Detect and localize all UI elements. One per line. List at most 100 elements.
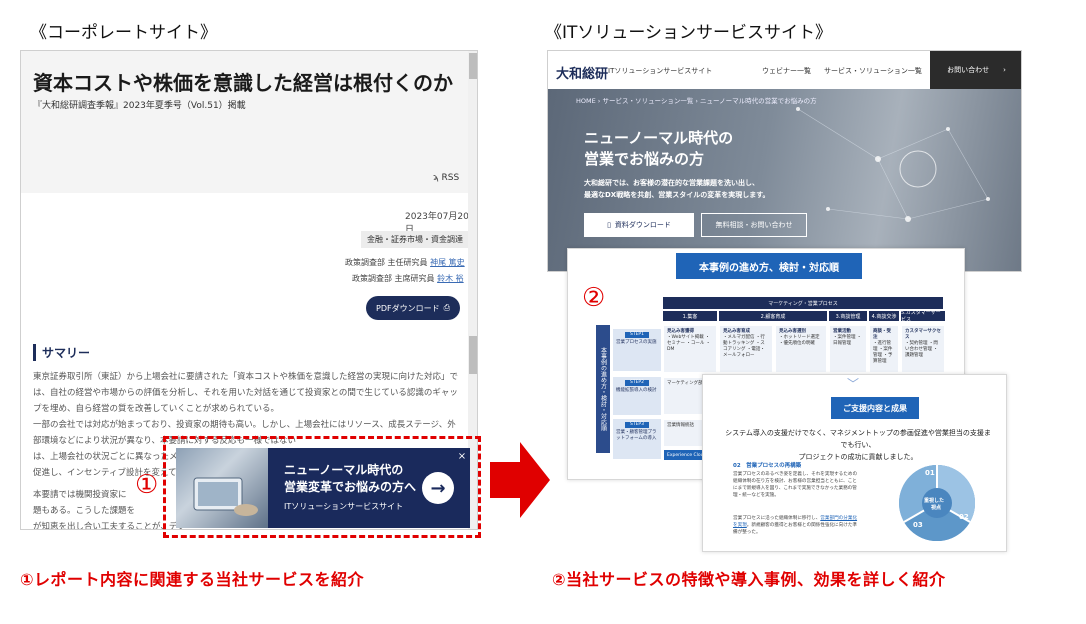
nav-webinars[interactable]: ウェビナー一覧 [762, 66, 811, 76]
chevron-down-icon: ﹀ [847, 377, 860, 391]
hero-desc-line2: 最適なDX戦略を共創、営業スタイルの変革を実現します。 [584, 191, 770, 199]
step-label: STEP2 [625, 380, 649, 386]
contact-label: お問い合わせ [947, 66, 990, 74]
pie-number: 01 [925, 469, 935, 477]
rss-icon: ϡ [433, 173, 442, 183]
step-text: 営業・顧客管理プラットフォームの導入 [616, 430, 657, 441]
rss-link[interactable]: ϡ RSS [433, 173, 459, 183]
pie-number: 03 [913, 521, 923, 529]
article-source: 『大和総研調査季報』2023年夏季号（Vol.51）掲載 [33, 101, 246, 111]
it-site-page: 大和総研 ITソリューションサービスサイト ウェビナー一覧 サービス・ソリューシ… [547, 50, 1022, 272]
process-column: 5.カスタマーサービス [901, 310, 945, 323]
author-role: 政策調査部 主任研究員 [345, 258, 428, 267]
site-logo-subtitle: ITソリューションサービスサイト [608, 67, 713, 75]
process-cell: 見込み客選別 ・ホットリード選定 ・優先順位の明確 [775, 325, 827, 373]
process-cell: 商談・受注 ・進行管理 ・案件管理 ・予算管理 [869, 325, 899, 373]
process-header: マーケティング・営業プロセス [663, 297, 943, 309]
banner-line1: ニューノーマル時代の [284, 463, 404, 477]
cell-text: ・メルマガ配信 ・行動トラッキング ・スコアリング ・電話・メールフォロー [723, 335, 765, 358]
it-site-heading: 《ITソリューションサービスサイト》 [545, 23, 833, 43]
hero-desc-line1: 大和総研では、お客様の潜在的な営業課題を洗い出し、 [584, 179, 759, 187]
cell-text: ・進行管理 ・案件管理 ・予算管理 [873, 341, 893, 364]
pdf-download-label: PDFダウンロード [376, 303, 440, 313]
process-column: 2.顧客育成 [719, 311, 827, 321]
chevron-right-icon: › [1003, 66, 1006, 74]
support-body: 営業プロセスに沿った組織体制に移行し、営業部門の分業化を実現。新規顧客の獲得とお… [733, 515, 858, 536]
step-text: 営業プロセスの実施 [616, 340, 657, 345]
process-cell: 営業活動 ・案件管理 ・日報管理 [829, 325, 867, 373]
site-logo[interactable]: 大和総研 [556, 63, 608, 82]
service-banner[interactable]: ニューノーマル時代の 営業変革でお悩みの方へ ITソリューションサービスサイト … [176, 448, 470, 528]
article-title: 資本コストや株価を意識した経営は根付くのか [33, 71, 453, 95]
process-column: 1.集客 [663, 311, 717, 321]
author-role: 政策調査部 主席研究員 [352, 274, 435, 283]
pie-number: 02 [959, 513, 969, 521]
close-icon[interactable]: × [454, 448, 470, 464]
hero-title-line2: 営業でお悩みの方 [584, 150, 705, 168]
step-text: 機能拡張導入の検討 [616, 388, 657, 393]
caption-left: ①レポート内容に関連する当社サービスを紹介 [20, 570, 365, 589]
red-arrow-icon [490, 442, 550, 518]
support-title: ご支援内容と成果 [831, 397, 919, 419]
banner-headline: ニューノーマル時代の 営業変革でお悩みの方へ [284, 462, 416, 496]
banner-photo [176, 448, 268, 528]
support-body: 営業プロセスのあるべき姿を定義し、それを実現するための組織体制の在り方を検討、お… [733, 472, 858, 498]
step-label: STEP1 [625, 332, 649, 338]
process-cell: カスタマーサクセス ・契約管理 ・問い合わせ管理 ・課題管理 [901, 325, 945, 373]
pdf-download-button[interactable]: PDFダウンロード ⎙ [366, 296, 460, 320]
banner-line2: 営業変革でお悩みの方へ [284, 480, 417, 494]
contact-button[interactable]: お問い合わせ › [930, 51, 1021, 89]
process-side-label: 本事例の進め方・検討・対応順 [596, 325, 610, 453]
summary-heading: サマリー [33, 344, 90, 361]
corporate-site-heading: 《コーポレートサイト》 [30, 23, 217, 43]
banner-subtext: ITソリューションサービスサイト [284, 502, 404, 511]
cell-title: 商談・受注 [873, 329, 891, 340]
support-summary-line1: システム導入の支援だけでなく、マネジメントトップの参画促進や営業担当の支援までも… [725, 429, 991, 449]
hero-title-line1: ニューノーマル時代の [584, 129, 734, 147]
process-title: 本事例の進め方、検討・対応順 [676, 253, 862, 279]
scrollbar-thumb[interactable] [469, 336, 477, 374]
step-box: STEP2 機能拡張導入の検討 [613, 377, 661, 415]
process-column: 3.商談管理 [829, 311, 867, 321]
breadcrumb: HOME › サービス・ソリューション一覧 › ニューノーマル時代の営業でお悩み… [576, 97, 817, 105]
step-box: STEP1 営業プロセスの実施 [613, 329, 661, 371]
marker-two: ② [582, 283, 606, 313]
process-cell: 見込み客育成 ・メルマガ配信 ・行動トラッキング ・スコアリング ・電話・メールフ… [719, 325, 773, 373]
arrow-right-icon[interactable]: → [422, 472, 454, 504]
author-row: 政策調査部 主任研究員 神尾 篤史 [345, 257, 465, 268]
support-subheading: 02 営業プロセスの再構築 [733, 463, 802, 469]
cell-text: ・ホットリード選定 ・優先順位の明確 [779, 335, 820, 346]
cell-text: ・Webサイト掲載 ・セミナー ・コール ・DM [667, 335, 711, 352]
step-label: STEP3 [625, 422, 649, 428]
consult-button[interactable]: 無料相談・お問い合わせ [701, 213, 807, 237]
cell-text: ・案件管理 ・日報管理 [833, 335, 862, 346]
step-box: STEP3 営業・顧客管理プラットフォームの導入 [613, 419, 661, 459]
author-name-link[interactable]: 鈴木 裕 [437, 274, 464, 283]
support-panel: ﹀ ご支援内容と成果 システム導入の支援だけでなく、マネジメントトップの参画促進… [702, 374, 1007, 552]
summary-paragraph: 東京証券取引所（東証）から上場会社に要請された「資本コストや株価を意識した経営の… [33, 372, 459, 414]
author-name-link[interactable]: 神尾 篤史 [430, 258, 465, 267]
author-row: 政策調査部 主席研究員 鈴木 裕 [352, 273, 464, 284]
caption-right: ②当社サービスの特徴や導入事例、効果を詳しく紹介 [552, 570, 946, 589]
hero-title: ニューノーマル時代の 営業でお悩みの方 [584, 128, 733, 170]
scrollbar-thumb[interactable] [469, 53, 477, 79]
document-icon: ▯ [607, 221, 611, 229]
category-tag[interactable]: 金融・証券市場・資金調達 [361, 231, 469, 248]
download-button[interactable]: ▯ 資料ダウンロード [584, 213, 694, 237]
process-cell: 見込み客獲得 ・Webサイト掲載 ・セミナー ・コール ・DM [663, 325, 717, 373]
support-body-text: 。新規顧客の獲得とお客様との関係性強化に向けた準備が整った。 [733, 523, 858, 535]
cell-text: ・契約管理 ・問い合わせ管理 ・課題管理 [905, 341, 938, 358]
hero-description: 大和総研では、お客様の潜在的な営業課題を洗い出し、 最適なDX戦略を共創、営業ス… [584, 177, 770, 201]
marker-one: ① [135, 470, 159, 500]
process-column: 4.商談交渉 [869, 311, 899, 321]
printer-icon: ⎙ [443, 303, 450, 312]
cell-title: カスタマーサクセス [905, 329, 941, 340]
nav-services[interactable]: サービス・ソリューション一覧 [824, 66, 922, 76]
support-body-text: 営業プロセスに沿った組織体制に移行し、 [733, 516, 821, 521]
tablet-image-icon [193, 477, 258, 516]
pie-center-line2: 視点 [931, 505, 942, 511]
download-label: 資料ダウンロード [614, 221, 671, 229]
pie-center-line1: 重視した [924, 498, 945, 504]
rss-label: RSS [441, 173, 460, 183]
support-summary: システム導入の支援だけでなく、マネジメントトップの参画促進や営業担当の支援までも… [723, 427, 993, 463]
